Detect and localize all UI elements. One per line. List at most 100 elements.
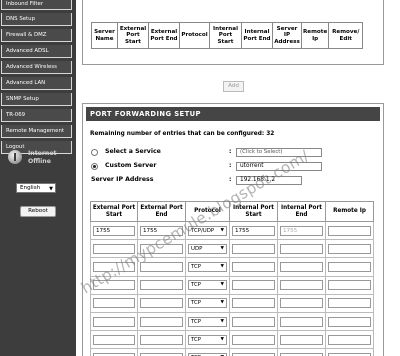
ext-start-input[interactable] (93, 298, 135, 309)
int-end-input[interactable] (280, 280, 323, 291)
table-cell (90, 293, 138, 313)
ext-end-input[interactable]: 1755 (140, 225, 183, 236)
ext-start-input[interactable] (93, 316, 135, 327)
table-cell (325, 293, 374, 313)
table-cell: TCP ▼ (185, 330, 230, 350)
remote-ip-input[interactable] (328, 261, 371, 272)
select-service-radio[interactable] (91, 149, 98, 156)
custom-server-input[interactable]: utorrent (236, 162, 322, 171)
int-end-input[interactable]: 1755 (280, 225, 323, 236)
col-remote-ip: Remote Ip (325, 201, 374, 222)
table-cell: 1755 (90, 220, 138, 241)
table-cell (137, 239, 186, 259)
protocol-select[interactable]: TCP ▼ (188, 261, 227, 272)
remote-ip-input[interactable] (328, 280, 371, 291)
col-internal-port-start: Internal Port Start (209, 22, 242, 49)
sidebar-item-firewall-dmz[interactable]: Firewall & DMZ (1, 29, 72, 42)
table-cell: 1755 (137, 220, 186, 241)
table-row: TCP▼ (90, 293, 374, 313)
ext-end-input[interactable] (140, 334, 183, 345)
int-end-input[interactable] (280, 261, 323, 272)
col-internal-port-end: Internal Port End (241, 22, 273, 49)
table-cell (325, 257, 374, 277)
table-cell: TCP ▼ (185, 311, 230, 332)
ext-end-input[interactable] (140, 261, 183, 272)
status-line-internet: Internet (28, 150, 57, 157)
entries-table-body: 1755 1755 TCP/UDP ▼ 1755 1755 UDP ▼ TCP ▼ TCP ▼ TCP ▼… (90, 220, 374, 356)
table-cell (137, 293, 186, 313)
ext-start-input[interactable] (93, 334, 135, 345)
table-cell (277, 330, 326, 350)
int-start-input[interactable] (232, 280, 275, 291)
sidebar-item-dns-setup[interactable]: DNS Setup (1, 13, 72, 26)
remaining-label: Remaining number of entries that can be … (90, 131, 265, 137)
ext-end-input[interactable] (140, 243, 183, 254)
remote-ip-input[interactable] (328, 243, 371, 254)
protocol-value: UDP (191, 245, 203, 252)
chevron-down-icon: ▼ (220, 245, 224, 251)
ext-start-input[interactable] (93, 243, 135, 254)
internet-status: Internet Offline (8, 148, 70, 170)
int-start-input[interactable] (232, 261, 275, 272)
chevron-down-icon: ▼ (49, 186, 53, 192)
remote-ip-input[interactable] (328, 225, 371, 236)
sidebar-item-remote-management[interactable]: Remote Management (1, 125, 72, 138)
service-select[interactable]: (Click to Select) (236, 148, 322, 157)
protocol-value: TCP (191, 336, 201, 343)
protocol-select[interactable]: UDP ▼ (188, 243, 227, 254)
ext-start-input[interactable] (93, 280, 135, 291)
table-cell: TCP ▼ (185, 257, 230, 277)
table-cell (277, 348, 326, 356)
remaining-entries: Remaining number of entries that can be … (90, 131, 274, 137)
sidebar-item-advanced-wireless[interactable]: Advanced Wireless (1, 61, 72, 74)
protocol-select[interactable]: TCP ▼ (188, 280, 227, 291)
int-start-input[interactable] (232, 298, 275, 309)
int-end-input[interactable] (280, 243, 323, 254)
table-cell: TCP ▼ (185, 293, 230, 313)
ext-end-input[interactable] (140, 298, 183, 309)
table-cell (137, 257, 186, 277)
reboot-button[interactable]: Reboot (20, 206, 56, 217)
remote-ip-input[interactable] (328, 316, 371, 327)
protocol-select[interactable]: TCP ▼ (188, 316, 227, 327)
language-select[interactable]: English ▼ (16, 183, 56, 193)
add-button[interactable]: Add (223, 81, 244, 92)
sidebar-item-snmp-setup[interactable]: SNMP Setup (1, 93, 72, 106)
table-cell (277, 257, 326, 277)
sidebar-item-advanced-adsl[interactable]: Advanced ADSL (1, 45, 72, 58)
table-cell (325, 239, 374, 259)
table-cell (325, 220, 374, 241)
ext-start-input[interactable]: 1755 (93, 225, 135, 236)
remote-ip-input[interactable] (328, 334, 371, 345)
int-start-input[interactable] (232, 316, 275, 327)
ext-end-input[interactable] (140, 316, 183, 327)
entries-table: External Port Start External Port End Pr… (90, 201, 374, 356)
int-start-input[interactable]: 1755 (232, 225, 275, 236)
sidebar-item-tr-069[interactable]: TR-069 (1, 109, 72, 122)
table-row: TCP▼ (90, 348, 374, 356)
ext-end-input[interactable] (140, 280, 183, 291)
server-ip-label: Server IP Address (91, 176, 154, 183)
protocol-select[interactable]: TCP ▼ (188, 334, 227, 345)
protocol-select[interactable]: TCP/UDP ▼ (188, 225, 227, 236)
int-start-input[interactable] (232, 243, 275, 254)
table-cell (277, 275, 326, 295)
table-cell (90, 348, 138, 356)
table-cell: TCP ▼ (185, 275, 230, 295)
protocol-select[interactable]: TCP ▼ (188, 298, 227, 309)
col-external-port-start: External Port Start (117, 22, 149, 49)
int-end-input[interactable] (280, 298, 323, 309)
custom-server-radio[interactable] (91, 163, 98, 170)
chevron-down-icon: ▼ (220, 282, 224, 288)
server-ip-input[interactable]: 192.168.1.2 (236, 176, 302, 185)
protocol-value: TCP (191, 282, 201, 289)
int-end-input[interactable] (280, 316, 323, 327)
int-start-input[interactable] (232, 334, 275, 345)
table-cell (90, 257, 138, 277)
sidebar-item-inbound-filter[interactable]: Inbound Filter (1, 0, 72, 10)
remote-ip-input[interactable] (328, 298, 371, 309)
sidebar-item-advanced-lan[interactable]: Advanced LAN (1, 77, 72, 90)
table-cell (229, 257, 278, 277)
ext-start-input[interactable] (93, 261, 135, 272)
int-end-input[interactable] (280, 334, 323, 345)
